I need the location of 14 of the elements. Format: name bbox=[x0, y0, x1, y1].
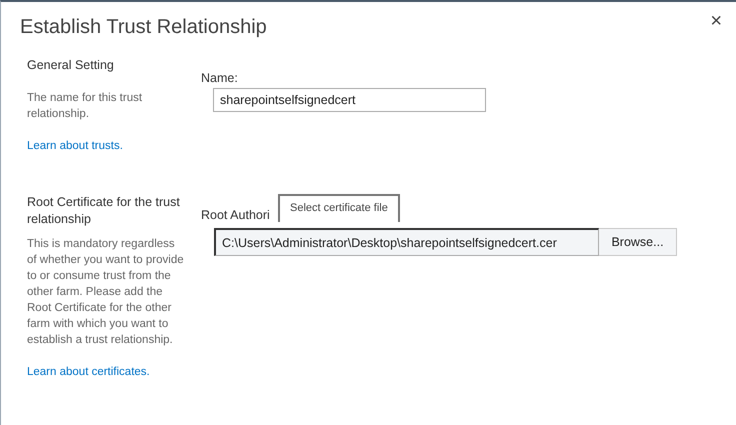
field-label: Name: bbox=[201, 71, 238, 85]
tooltip: Select certificate file bbox=[278, 194, 400, 222]
section-heading: Root Certificate for the trust relationship bbox=[27, 194, 181, 228]
learn-more-link[interactable]: Learn about certificates. bbox=[27, 366, 150, 378]
file-path-field[interactable]: C:\Users\Administrator\Desktop\sharepointselfsignedcert.cer bbox=[214, 228, 599, 256]
section-description: The name for this trust relationship. bbox=[27, 91, 144, 122]
name-field[interactable]: sharepointselfsignedcert bbox=[213, 88, 486, 112]
dialog-title: Establish Trust Relationship bbox=[20, 16, 267, 39]
close-button[interactable]: × bbox=[710, 10, 722, 33]
field-label: Root Authori bbox=[201, 208, 270, 222]
learn-more-link[interactable]: Learn about trusts. bbox=[27, 140, 123, 152]
section-description: This is mandatory regardless of whether you want to provide to or consume trust from the other farm. Please add the Root Certificate for the other farm with which you want to establish a trust relationship. bbox=[27, 237, 185, 348]
section-heading: General Setting bbox=[27, 57, 115, 74]
browse-button[interactable]: Browse... bbox=[599, 228, 677, 256]
